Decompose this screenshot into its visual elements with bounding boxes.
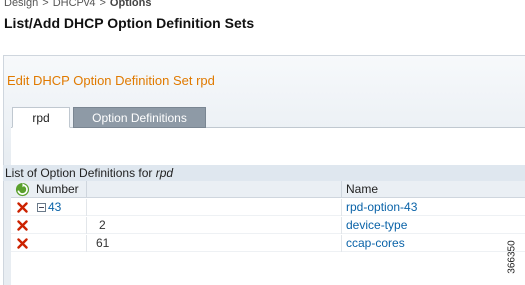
row-name-link[interactable]: rpd-option-43 [346, 199, 417, 216]
refresh-icon[interactable] [15, 182, 30, 197]
delete-x-icon[interactable] [17, 220, 28, 231]
table-row: 61 ccap-cores [11, 235, 525, 252]
panel-title: Edit DHCP Option Definition Set rpd [7, 73, 215, 88]
grid-header: Number Name [11, 181, 525, 198]
list-caption-set: rpd [155, 166, 174, 180]
row-name-link[interactable]: ccap-cores [346, 235, 405, 252]
breadcrumb-item-dhcpv4[interactable]: DHCPv4 [53, 0, 96, 9]
figure-id: 366350 [505, 230, 519, 284]
cell-divider [341, 217, 342, 234]
table-row: 43 rpd-option-43 [11, 199, 525, 216]
list-caption: List of Option Definitions for rpd [3, 165, 525, 181]
breadcrumb-separator: > [99, 0, 106, 9]
cell-divider [86, 217, 87, 234]
page-title: List/Add DHCP Option Definition Sets [4, 15, 255, 31]
row-name-link[interactable]: device-type [346, 217, 407, 234]
row-number-link[interactable]: 43 [48, 199, 61, 216]
tab-option-definitions[interactable]: Option Definitions [73, 107, 206, 128]
breadcrumb-item-design[interactable]: Design [4, 0, 38, 9]
figure-id-text: 366350 [506, 240, 518, 274]
breadcrumb: Design > DHCPv4 > Options [4, 0, 151, 9]
column-divider [341, 181, 342, 198]
column-divider [86, 181, 87, 198]
breadcrumb-current: Options [109, 0, 152, 9]
tab-rpd[interactable]: rpd [12, 107, 70, 128]
list-caption-prefix: List of Option Definitions for [5, 166, 156, 180]
cell-divider [86, 235, 87, 252]
cell-divider [86, 199, 87, 216]
column-header-name[interactable]: Name [346, 181, 378, 198]
delete-x-icon[interactable] [17, 202, 28, 213]
column-header-number[interactable]: Number [36, 181, 79, 198]
delete-x-icon[interactable] [17, 238, 28, 249]
breadcrumb-separator: > [42, 0, 49, 9]
expand-minus-icon[interactable] [37, 203, 46, 212]
table-row: 2 device-type [11, 217, 525, 234]
row-number: 61 [96, 236, 110, 250]
cell-divider [341, 235, 342, 252]
row-number: 2 [99, 218, 106, 232]
cell-divider [341, 199, 342, 216]
